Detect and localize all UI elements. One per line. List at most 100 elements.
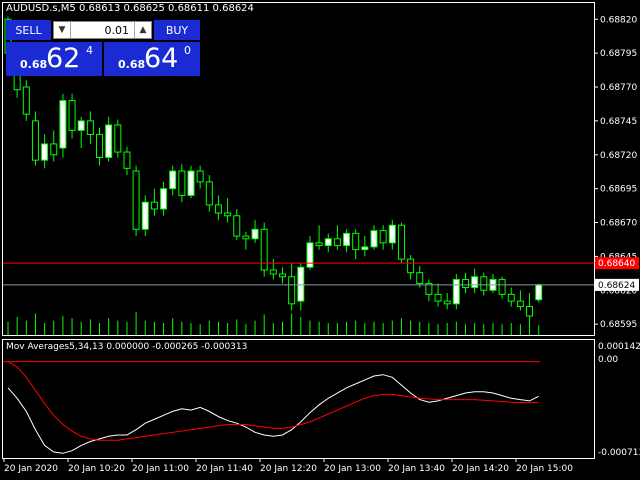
candle-body bbox=[260, 228, 268, 271]
candle-body bbox=[507, 293, 515, 302]
candle-body bbox=[41, 143, 49, 161]
candle-body bbox=[77, 120, 85, 131]
candle-body bbox=[288, 276, 296, 305]
candle bbox=[507, 287, 515, 307]
lot-increase-icon[interactable]: ▲ bbox=[134, 22, 151, 38]
candle bbox=[397, 222, 405, 264]
candle-body bbox=[471, 276, 479, 289]
candle bbox=[535, 283, 543, 303]
candle-body bbox=[452, 278, 460, 305]
sell-price-sup: 4 bbox=[86, 44, 93, 57]
candle bbox=[379, 225, 387, 250]
candle-body bbox=[269, 269, 277, 275]
candle bbox=[96, 127, 103, 166]
sell-price-big: 62 bbox=[46, 43, 81, 74]
candle bbox=[242, 232, 250, 250]
candle bbox=[269, 259, 277, 280]
candle bbox=[288, 263, 296, 311]
candle bbox=[105, 116, 113, 162]
candle bbox=[224, 198, 232, 223]
sell-price-prefix: 0.68 bbox=[20, 58, 48, 71]
candle-body bbox=[498, 278, 506, 295]
buy-price-big: 64 bbox=[144, 43, 179, 74]
candle bbox=[324, 233, 332, 253]
candle-body bbox=[150, 201, 158, 210]
candle bbox=[471, 268, 479, 293]
candle-body bbox=[105, 124, 113, 158]
candle-body bbox=[526, 306, 534, 317]
indicator-label: Mov Averages5,34,13 0.000000 -0.000265 -… bbox=[6, 342, 248, 352]
candle bbox=[160, 181, 168, 216]
indicator-tick-bottom: -0.000713 bbox=[598, 448, 640, 458]
candle bbox=[498, 276, 506, 299]
candle bbox=[41, 134, 49, 169]
candle-body bbox=[31, 120, 39, 161]
lot-size-control: ▼ ▲ bbox=[53, 21, 152, 39]
candle bbox=[489, 274, 497, 293]
sell-button[interactable]: SELL bbox=[6, 20, 51, 40]
candle-body bbox=[462, 278, 469, 289]
time-tick-label: 20 Jan 14:20 bbox=[452, 464, 509, 474]
candle-body bbox=[251, 228, 259, 240]
candle-body bbox=[333, 238, 341, 247]
candle bbox=[214, 195, 222, 220]
candle bbox=[22, 80, 30, 121]
price-tick-label: 0.68720 bbox=[600, 151, 637, 161]
candle-body bbox=[388, 224, 396, 244]
candle-body bbox=[132, 170, 140, 230]
time-tick-label: 20 Jan 11:40 bbox=[196, 464, 253, 474]
candle bbox=[68, 93, 76, 139]
candle bbox=[251, 219, 259, 243]
candle bbox=[480, 272, 488, 296]
sell-price-button[interactable]: 0.68 62 4 bbox=[6, 42, 102, 76]
candle bbox=[407, 255, 415, 280]
candle bbox=[141, 195, 149, 237]
candle bbox=[132, 165, 140, 237]
lot-size-input[interactable] bbox=[71, 22, 133, 38]
indicator-fast-line bbox=[7, 374, 539, 454]
candle bbox=[516, 290, 524, 311]
lot-decrease-icon[interactable]: ▼ bbox=[54, 22, 71, 38]
candle bbox=[425, 279, 433, 302]
candle bbox=[315, 225, 323, 250]
candle bbox=[352, 229, 360, 260]
candle-body bbox=[443, 300, 451, 305]
candle-body bbox=[407, 258, 415, 274]
candle bbox=[86, 111, 94, 144]
price-tick-label: 0.68795 bbox=[600, 49, 637, 59]
candle-body bbox=[141, 201, 149, 230]
candle bbox=[196, 165, 204, 189]
time-tick-label: 20 Jan 13:00 bbox=[324, 464, 381, 474]
candle bbox=[361, 236, 369, 257]
candle-body bbox=[361, 246, 369, 251]
candle bbox=[123, 146, 131, 176]
candle bbox=[150, 188, 158, 216]
candle-body bbox=[187, 170, 195, 196]
indicator-tick-top: 0.000142 bbox=[598, 342, 640, 352]
candle bbox=[31, 111, 39, 166]
candle-body bbox=[22, 86, 30, 115]
candle-body bbox=[279, 273, 286, 278]
buy-price-button[interactable]: 0.68 64 0 bbox=[104, 42, 200, 76]
time-tick-label: 20 Jan 15:00 bbox=[516, 464, 573, 474]
price-tick-label: 0.68595 bbox=[600, 320, 637, 330]
candle-body bbox=[214, 204, 222, 214]
ask-price-label: 0.68640 bbox=[598, 259, 635, 269]
buy-button[interactable]: BUY bbox=[154, 20, 200, 40]
buy-price-prefix: 0.68 bbox=[118, 58, 146, 71]
indicator-frame bbox=[2, 339, 595, 459]
candle-body bbox=[416, 272, 424, 285]
candle-body bbox=[480, 276, 488, 291]
candle-body bbox=[178, 170, 186, 196]
candle bbox=[416, 265, 424, 288]
candle-body bbox=[370, 230, 378, 248]
candle bbox=[50, 130, 58, 162]
candle bbox=[388, 219, 396, 250]
candle bbox=[343, 229, 351, 253]
time-tick-label: 20 Jan 12:20 bbox=[260, 464, 317, 474]
candle-body bbox=[224, 212, 232, 217]
candle bbox=[260, 222, 268, 277]
candle-body bbox=[196, 170, 204, 183]
candle-body bbox=[86, 120, 94, 135]
candle bbox=[187, 165, 195, 199]
